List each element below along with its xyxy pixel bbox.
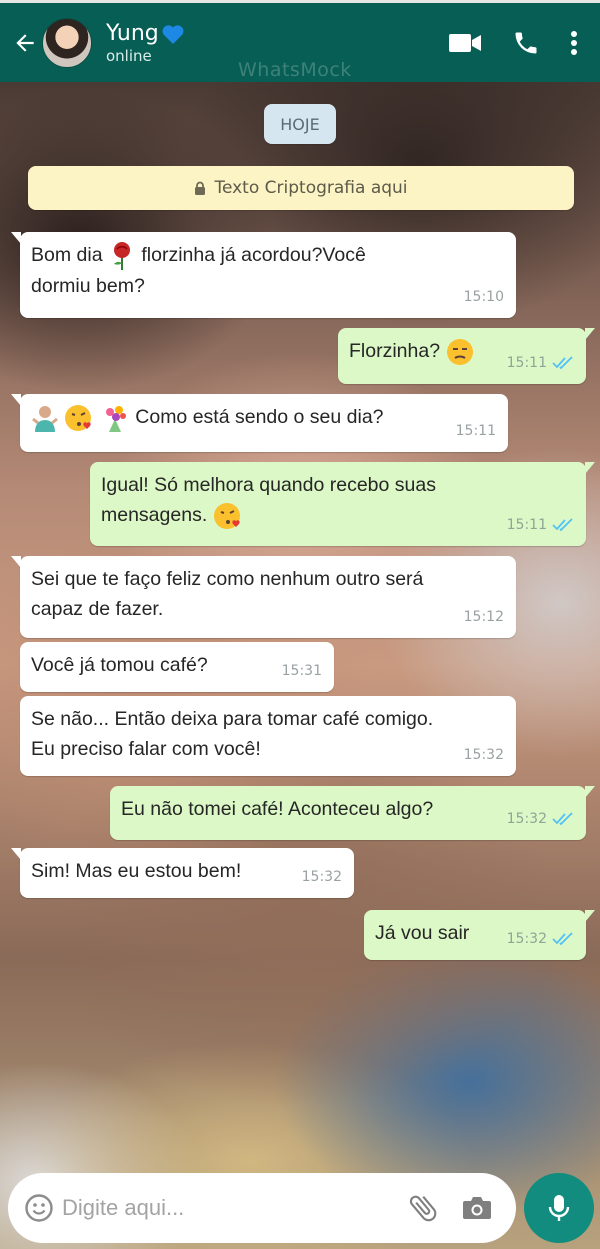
message-text-part: Você já tomou café? xyxy=(31,654,208,676)
message-text: Você já tomou café? xyxy=(31,650,324,680)
paperclip-icon xyxy=(409,1195,437,1222)
message-text-part: Sim! Mas eu estou bem! xyxy=(31,860,242,882)
message-outgoing[interactable]: Já vou sair 15:32 xyxy=(364,910,595,960)
message-text-part: Eu preciso falar com você! xyxy=(31,738,261,760)
video-call-button[interactable] xyxy=(448,32,482,54)
message-incoming[interactable]: Você já tomou café? 15:31 xyxy=(20,642,334,692)
message-meta: 15:11 xyxy=(456,416,496,446)
encryption-notice[interactable]: Texto Criptografia aqui xyxy=(28,166,574,210)
message-time: 15:12 xyxy=(463,609,504,625)
microphone-icon xyxy=(548,1195,570,1221)
message-meta: 15:11 xyxy=(507,510,574,540)
message-incoming[interactable]: Bom dia florzinha já acordou?Você dormiu… xyxy=(11,232,516,318)
message-text-part: Igual! Só melhora quando recebo suas xyxy=(101,474,436,496)
bouquet-icon xyxy=(105,405,126,432)
voice-call-button[interactable] xyxy=(512,29,540,57)
message-text-part: Como está sendo o seu dia? xyxy=(135,406,384,428)
message-outgoing[interactable]: Igual! Só melhora quando recebo suas men… xyxy=(90,462,595,546)
message-composer xyxy=(8,1173,516,1243)
message-outgoing[interactable]: Florzinha? 15:11 xyxy=(338,328,595,384)
back-button[interactable] xyxy=(8,23,42,63)
message-incoming[interactable]: Se não... Então deixa para tomar café co… xyxy=(20,696,516,776)
message-time: 15:11 xyxy=(506,517,547,533)
message-text-part: mensagens. xyxy=(101,504,208,526)
rose-icon xyxy=(113,241,130,270)
smiley-icon xyxy=(25,1194,53,1222)
date-chip: HOJE xyxy=(264,104,336,144)
message-time: 15:11 xyxy=(506,355,547,371)
message-meta: 15:32 xyxy=(302,862,342,892)
contact-name-row: Yung xyxy=(106,21,185,47)
double-check-read-icon xyxy=(552,932,573,946)
message-text: Se não... Então deixa para tomar café co… xyxy=(31,704,506,764)
message-outgoing[interactable]: Eu não tomei café! Aconteceu algo? 15:32 xyxy=(110,786,595,840)
emoji-button[interactable] xyxy=(24,1193,54,1223)
camera-icon xyxy=(463,1197,491,1219)
message-text: Sim! Mas eu estou bem! xyxy=(31,856,344,886)
message-meta: 15:31 xyxy=(282,656,322,686)
message-text: Bom dia florzinha já acordou?Você dormiu… xyxy=(31,240,506,301)
unamused-face-icon xyxy=(447,338,474,365)
message-text-part: Se não... Então deixa para tomar café co… xyxy=(31,708,434,730)
message-input[interactable] xyxy=(62,1195,392,1221)
message-text-part: Florzinha? xyxy=(349,340,441,362)
contact-name: Yung xyxy=(106,20,159,46)
double-check-read-icon xyxy=(552,356,573,370)
message-time: 15:11 xyxy=(455,423,496,439)
message-time: 15:32 xyxy=(506,811,547,827)
face-blowing-kiss-icon xyxy=(65,404,92,431)
contact-info[interactable]: Yung online xyxy=(106,21,185,65)
blue-heart-icon xyxy=(162,24,184,44)
message-meta: 15:10 xyxy=(464,282,504,312)
message-meta: 15:32 xyxy=(464,740,504,770)
contact-status: online xyxy=(106,46,152,65)
message-meta: 15:12 xyxy=(464,602,504,632)
watermark: WhatsMock xyxy=(238,59,352,81)
double-check-read-icon xyxy=(552,812,573,826)
message-meta: 15:32 xyxy=(507,924,574,954)
avatar[interactable] xyxy=(42,17,92,68)
message-text-part: Sei que te faço feliz como nenhum outro … xyxy=(31,568,424,590)
attach-button[interactable] xyxy=(406,1191,440,1225)
message-text-part: Bom dia xyxy=(31,244,103,266)
video-camera-icon xyxy=(449,33,481,52)
message-time: 15:32 xyxy=(463,747,504,763)
message-time: 15:32 xyxy=(506,931,547,947)
menu-button[interactable] xyxy=(570,30,578,56)
lock-icon xyxy=(195,181,206,195)
message-time: 15:10 xyxy=(463,289,504,305)
message-text-part: Eu não tomei café! Aconteceu algo? xyxy=(121,798,434,820)
message-text-part: Já vou sair xyxy=(375,922,470,944)
message-list[interactable]: HOJE Texto Criptografia aqui Bom dia flo… xyxy=(0,82,600,1172)
message-time: 15:32 xyxy=(301,869,342,885)
message-incoming[interactable]: Como está sendo o seu dia? 15:11 xyxy=(11,394,508,452)
mic-button[interactable] xyxy=(524,1173,594,1243)
person-shrugging-icon xyxy=(32,405,58,432)
message-incoming[interactable]: Sim! Mas eu estou bem! 15:32 xyxy=(11,848,354,898)
more-vertical-icon xyxy=(571,30,577,55)
phone-icon xyxy=(515,32,537,53)
message-text: Igual! Só melhora quando recebo suas men… xyxy=(101,470,576,531)
face-blowing-kiss-icon xyxy=(213,502,240,529)
message-time: 15:31 xyxy=(281,663,322,679)
chat-header: Yung online WhatsMock xyxy=(0,0,600,82)
double-check-read-icon xyxy=(552,518,573,532)
message-text-part: dormiu bem? xyxy=(31,274,145,297)
message-meta: 15:32 xyxy=(507,804,574,834)
camera-button[interactable] xyxy=(462,1195,492,1221)
message-incoming[interactable]: Sei que te faço feliz como nenhum outro … xyxy=(11,556,516,638)
message-text: Como está sendo o seu dia? xyxy=(31,402,498,433)
arrow-left-icon xyxy=(16,33,34,52)
header-actions xyxy=(448,29,578,57)
message-text: Sei que te faço feliz como nenhum outro … xyxy=(31,564,506,624)
message-text-part: capaz de fazer. xyxy=(31,598,164,620)
encryption-notice-text: Texto Criptografia aqui xyxy=(214,178,408,198)
message-meta: 15:11 xyxy=(507,348,574,378)
message-text-part: florzinha já acordou?Você xyxy=(141,244,366,266)
